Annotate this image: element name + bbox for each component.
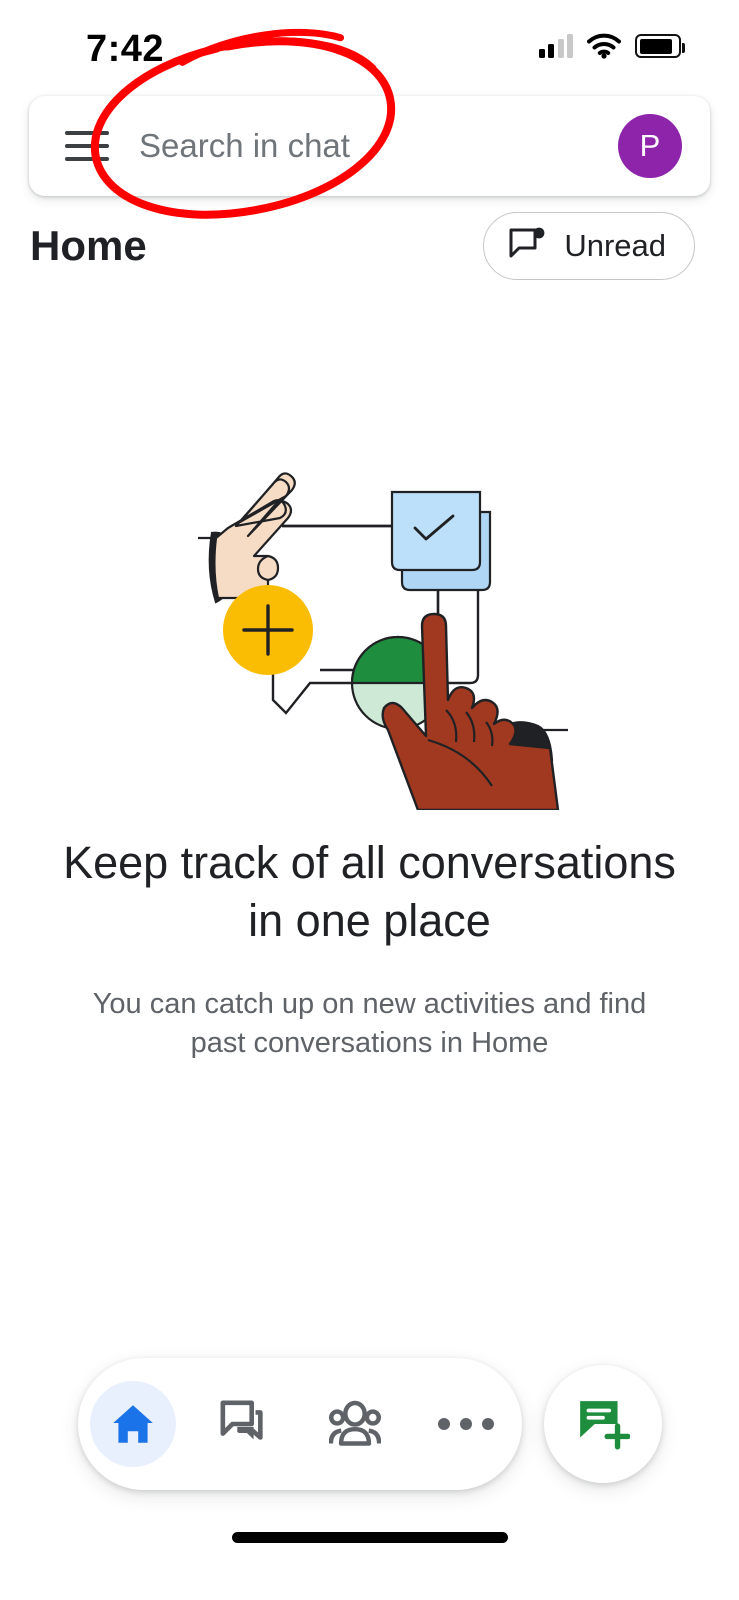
search-input[interactable] xyxy=(139,127,618,165)
nav-item-chat[interactable] xyxy=(201,1381,287,1467)
home-icon xyxy=(113,1405,153,1443)
status-time: 7:42 xyxy=(86,28,165,70)
nav-pill xyxy=(77,1358,522,1490)
bottom-navigation xyxy=(0,1358,739,1490)
unread-chat-bubble-icon xyxy=(509,227,545,258)
nav-item-more[interactable] xyxy=(423,1381,509,1467)
header-row: Home Unread xyxy=(0,208,739,292)
search-bar[interactable]: P xyxy=(29,96,710,196)
chat-bubbles-icon xyxy=(220,1400,263,1440)
status-bar: 7:42 xyxy=(0,0,739,90)
more-horizontal-icon xyxy=(438,1418,494,1430)
nav-item-spaces[interactable] xyxy=(312,1381,398,1467)
people-group-icon xyxy=(329,1400,381,1446)
new-chat-compose-icon xyxy=(579,1401,630,1450)
hamburger-menu-icon[interactable] xyxy=(65,131,109,161)
page-title: Home xyxy=(30,222,147,269)
battery-icon xyxy=(635,34,685,58)
hands-chat-bubbles-illustration xyxy=(197,472,568,810)
unread-filter-label: Unread xyxy=(564,228,666,263)
phone-screen: 7:42 P Home xyxy=(0,0,739,1600)
empty-state-subtitle: You can catch up on new activities and f… xyxy=(92,988,647,1060)
status-icon-group xyxy=(538,33,685,59)
cellular-signal-icon xyxy=(538,34,573,58)
nav-item-home[interactable] xyxy=(90,1381,176,1467)
avatar[interactable]: P xyxy=(618,114,682,178)
wifi-icon xyxy=(587,33,621,59)
new-chat-fab[interactable] xyxy=(543,1365,662,1483)
avatar-initial: P xyxy=(639,128,661,163)
home-indicator xyxy=(232,1532,508,1543)
empty-state: Keep track of all conversations in one p… xyxy=(0,300,739,1063)
unread-filter-button[interactable]: Unread xyxy=(483,212,695,280)
empty-state-title: Keep track of all conversations in one p… xyxy=(63,837,676,946)
